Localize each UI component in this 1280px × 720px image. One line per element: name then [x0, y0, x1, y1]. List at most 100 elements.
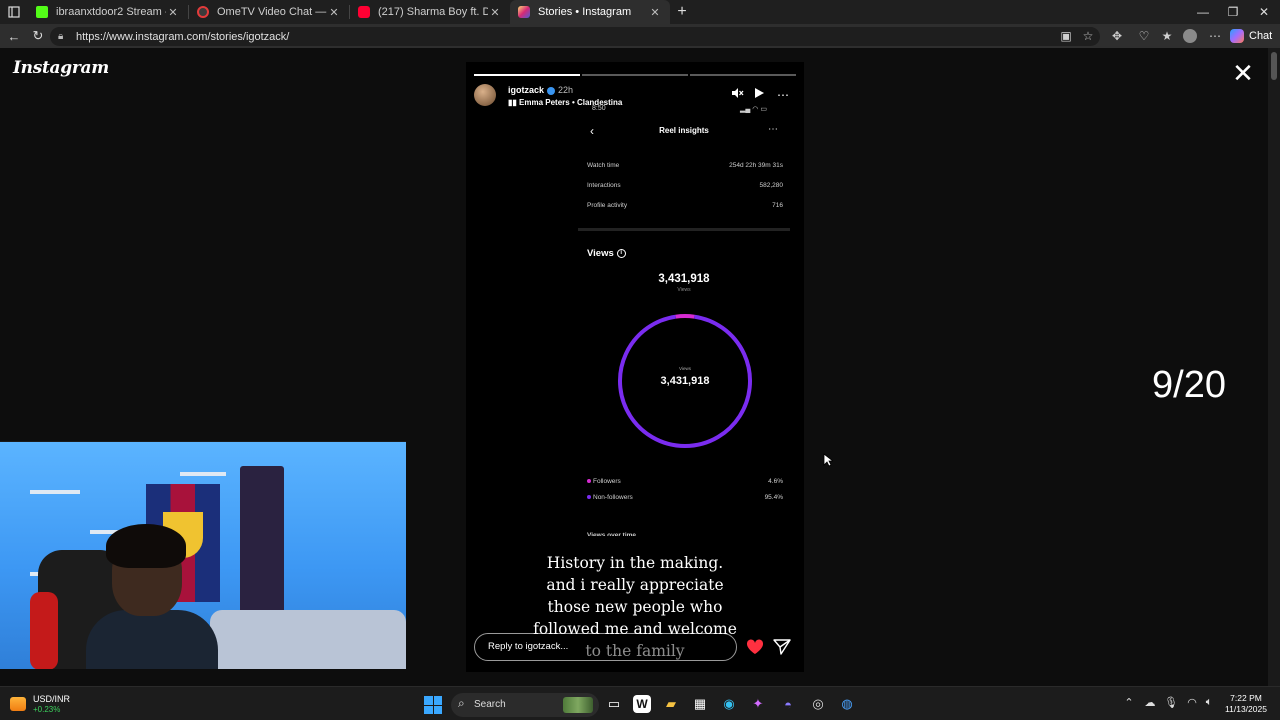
play-icon[interactable]	[750, 86, 768, 104]
show-hidden-icons[interactable]: ⌃	[1121, 696, 1137, 709]
legend-row-followers: Followers 4.6%	[587, 478, 783, 488]
story-username[interactable]: igotzack	[508, 85, 556, 95]
copilot-app-icon[interactable]: ✦	[746, 692, 770, 716]
edge-browser-icon[interactable]: ◉	[717, 692, 741, 716]
favorites-icon[interactable]: ★	[1157, 26, 1177, 46]
more-icon: ⋯	[768, 124, 778, 135]
webcam-overlay	[0, 441, 406, 669]
close-tab-icon[interactable]: ✕	[488, 6, 502, 19]
taskbar-search[interactable]: ⌕ Search	[451, 693, 599, 717]
instagram-logo[interactable]: Instagram	[13, 58, 109, 78]
more-menu-icon[interactable]: ⋯	[1205, 26, 1225, 46]
copilot-icon	[1230, 29, 1244, 43]
profile-icon[interactable]	[1180, 26, 1200, 46]
system-clock[interactable]: 7:22 PM 11/13/2025	[1222, 693, 1270, 715]
refresh-button[interactable]: ↻	[26, 24, 50, 48]
app-icon[interactable]: ◍	[835, 692, 859, 716]
close-window-button[interactable]: ✕	[1249, 0, 1279, 24]
file-explorer-icon[interactable]: ▰	[659, 692, 683, 716]
progress-segment	[474, 74, 580, 76]
back-button[interactable]: ←	[2, 24, 26, 48]
word-app-icon[interactable]: W	[633, 695, 651, 713]
donut-slice-followers	[675, 314, 695, 319]
page-scrollbar[interactable]	[1268, 48, 1280, 686]
sofa	[210, 610, 406, 669]
send-icon[interactable]	[773, 639, 791, 655]
wall-shelf	[30, 490, 80, 494]
url-text: https://www.instagram.com/stories/igotza…	[76, 30, 290, 43]
insight-row: Interactions 582,280	[587, 182, 783, 194]
task-view-icon[interactable]: ▭	[602, 692, 626, 716]
legend-value: 4.6%	[768, 478, 783, 485]
insight-value: 582,280	[759, 182, 784, 189]
copilot-button[interactable]: Chat	[1230, 26, 1276, 46]
close-story-button[interactable]: ✕	[1232, 60, 1254, 86]
close-tab-icon[interactable]: ✕	[166, 6, 180, 19]
search-highlight-image	[563, 697, 593, 713]
restore-button[interactable]: ❐	[1218, 0, 1248, 24]
scrollbar-thumb[interactable]	[1271, 52, 1277, 80]
kick-icon	[36, 6, 48, 18]
close-tab-icon[interactable]: ✕	[648, 6, 662, 19]
legend-row-non-followers: Non-followers 95.4%	[587, 494, 783, 504]
store-icon[interactable]: ▦	[688, 692, 712, 716]
insight-label: Profile activity	[587, 202, 628, 209]
streamer-body	[86, 610, 218, 669]
views-heading-text: Views	[587, 248, 614, 259]
tab-title: ibraanxtdoor2 Stream - Watch Li	[56, 6, 166, 18]
insight-row: Watch time 254d 22h 39m 31s	[587, 162, 783, 174]
caption-line: and i really appreciate	[546, 576, 724, 594]
market-widget[interactable]: USD/INR +0.23%	[10, 693, 80, 717]
section-divider	[578, 228, 790, 231]
views-total: 3,431,918	[658, 273, 710, 285]
legend-label: Non-followers	[593, 494, 633, 501]
taskbar: USD/INR +0.23% ⌕ Search ▭ W ▰ ▦ ◉ ✦ ◓ ◎ …	[0, 686, 1280, 720]
avatar[interactable]	[474, 84, 496, 106]
donut-center-value: 3,431,918	[660, 375, 710, 387]
tab-youtube[interactable]: (217) Sharma Boy ft. Didi Naji & I ✕	[350, 0, 510, 24]
site-info-icon[interactable]: 🔒︎	[58, 31, 70, 42]
extensions-icon[interactable]: ✥	[1107, 26, 1127, 46]
tab-kick[interactable]: ibraanxtdoor2 Stream - Watch Li ✕	[28, 0, 188, 24]
discord-icon[interactable]: ◓	[776, 692, 800, 716]
instagram-icon	[518, 6, 530, 18]
insight-value: 716	[772, 202, 783, 209]
market-icon	[10, 697, 26, 711]
obs-icon[interactable]: ◎	[806, 692, 830, 716]
address-bar[interactable]: 🔒︎ https://www.instagram.com/stories/igo…	[50, 27, 1100, 46]
tab-instagram[interactable]: Stories • Instagram ✕	[510, 0, 670, 24]
close-tab-icon[interactable]: ✕	[327, 6, 341, 19]
story-viewer[interactable]: igotzack 22h ▮▮ Emma Peters • Clandestin…	[466, 62, 804, 672]
wall-shelf	[180, 472, 226, 476]
mute-icon[interactable]	[728, 86, 746, 104]
legend-value: 95.4%	[764, 494, 783, 501]
phone-status-icons: ▂▄ ◠ ▭	[740, 106, 767, 113]
story-progress	[474, 74, 796, 76]
tab-title: Stories • Instagram	[538, 6, 632, 18]
legend-dot	[587, 479, 591, 484]
clock-date: 11/13/2025	[1225, 704, 1267, 714]
story-options-icon[interactable]: ⋯	[774, 86, 792, 104]
insight-row: Profile activity 716	[587, 202, 783, 214]
windows-start-icon[interactable]	[424, 696, 442, 714]
like-heart-icon[interactable]	[746, 639, 764, 655]
caption-line: History in the making.	[546, 554, 724, 572]
insights-header: ‹ Reel insights ⋯	[578, 124, 790, 142]
tab-strip: ibraanxtdoor2 Stream - Watch Li ✕ OmeTV …	[0, 0, 1280, 24]
wifi-icon[interactable]: ◠	[1184, 696, 1200, 709]
insights-title: Reel insights	[659, 126, 709, 135]
tab-actions-icon[interactable]	[0, 0, 28, 24]
music-bars-icon: ▮▮	[508, 98, 520, 107]
browser-essentials-icon[interactable]: ♡	[1134, 26, 1154, 46]
microphone-icon[interactable]: 🎙︎	[1163, 696, 1179, 709]
new-tab-button[interactable]: +	[670, 0, 694, 24]
insight-label: Interactions	[587, 182, 621, 189]
favorite-star-icon[interactable]: ☆	[1078, 26, 1098, 46]
minimize-button[interactable]: —	[1188, 0, 1218, 24]
split-screen-icon[interactable]: ▣	[1056, 26, 1076, 46]
volume-icon[interactable]: 🔈︎	[1201, 696, 1217, 709]
insight-label: Watch time	[587, 162, 620, 169]
gaming-chair-accent	[30, 592, 58, 669]
tab-ometv[interactable]: OmeTV Video Chat — Omeg ✕	[189, 0, 349, 24]
onedrive-icon[interactable]: ☁	[1142, 696, 1158, 709]
